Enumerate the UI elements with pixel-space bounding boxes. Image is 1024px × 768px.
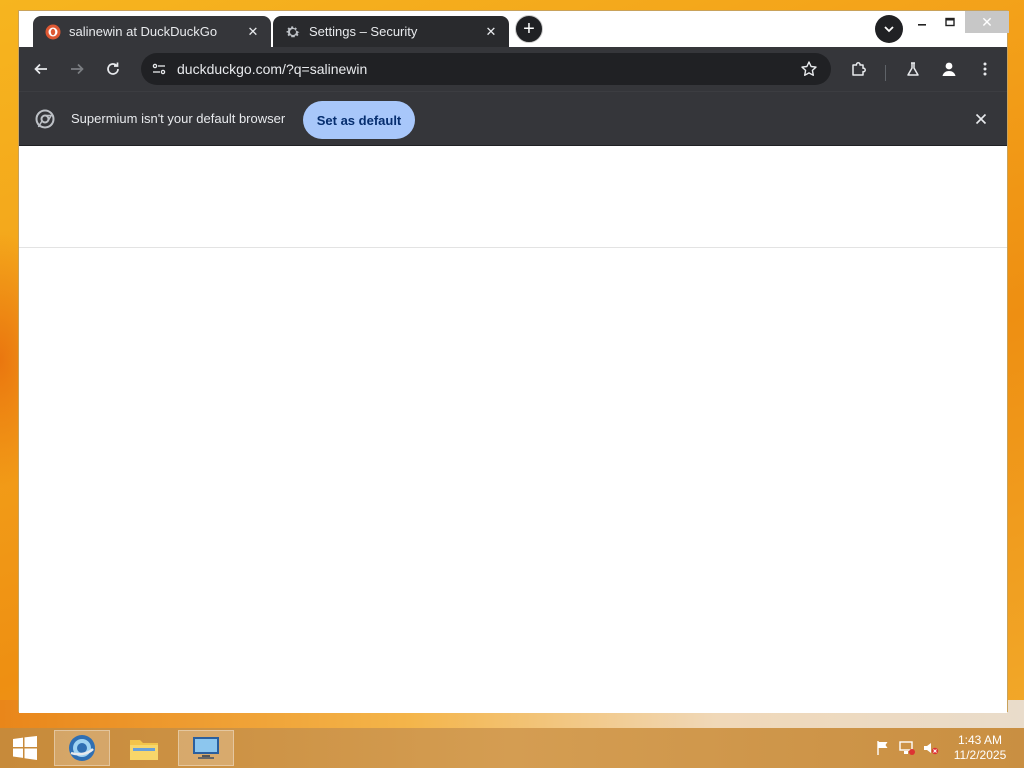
header-divider (19, 247, 1007, 248)
folder-icon (130, 740, 158, 760)
close-tab-icon[interactable]: ✕ (245, 24, 261, 40)
volume-muted-icon[interactable] (922, 740, 940, 756)
back-button[interactable] (27, 55, 55, 83)
clock-date: 11/2/2025 (953, 748, 1007, 762)
browser-toolbar (19, 47, 1007, 91)
chromium-icon (35, 109, 55, 129)
page-content (19, 146, 1007, 713)
url-input[interactable] (177, 61, 777, 77)
maximize-icon (945, 17, 955, 27)
browser-window: salinewin at DuckDuckGo ✕ Settings – Sec… (18, 10, 1009, 713)
flag-icon[interactable] (874, 740, 892, 756)
taskbar-browser[interactable] (54, 730, 110, 766)
labs-button[interactable] (899, 55, 927, 83)
close-tab-icon[interactable]: ✕ (483, 24, 499, 40)
site-info-icon[interactable] (145, 55, 173, 83)
taskbar: 1:43 AM 11/2/2025 (0, 728, 1024, 768)
set-as-default-button[interactable]: Set as default (303, 101, 415, 139)
gear-icon (285, 24, 301, 40)
title-bar: salinewin at DuckDuckGo ✕ Settings – Sec… (19, 11, 1009, 47)
start-button[interactable] (8, 734, 42, 762)
default-browser-infobar: Supermium isn't your default browser Set… (19, 91, 1007, 145)
monitor-icon (193, 737, 219, 759)
chevron-down-icon (884, 26, 894, 33)
tab-title: Settings – Security (309, 24, 418, 39)
flask-icon (907, 62, 919, 76)
tab-title: salinewin at DuckDuckGo (69, 24, 218, 39)
menu-button[interactable] (971, 55, 999, 83)
tab-duckduckgo[interactable]: salinewin at DuckDuckGo ✕ (33, 16, 271, 47)
profile-button[interactable] (935, 55, 963, 83)
minimize-button[interactable] (909, 11, 935, 33)
arrow-left-icon (34, 63, 47, 75)
toolbar-divider (885, 65, 886, 81)
system-clock[interactable]: 1:43 AM 11/2/2025 (948, 733, 1012, 763)
puzzle-icon (852, 62, 866, 76)
close-icon: ✕ (981, 13, 993, 30)
forward-button[interactable] (63, 55, 91, 83)
reload-button[interactable] (99, 55, 127, 83)
minimize-icon (918, 24, 926, 26)
tab-settings-security[interactable]: Settings – Security ✕ (273, 16, 509, 47)
clock-time: 1:43 AM (957, 733, 1003, 747)
windows-logo-icon (13, 736, 37, 760)
taskbar-remote-desktop[interactable] (178, 730, 234, 766)
more-vertical-icon (983, 62, 987, 76)
reload-icon (107, 62, 119, 75)
browser-app-icon (69, 735, 95, 761)
taskbar-file-explorer[interactable] (116, 730, 172, 766)
arrow-right-icon (71, 63, 84, 75)
tab-search-button[interactable] (875, 15, 903, 43)
plus-icon: + (523, 17, 535, 40)
new-tab-button[interactable]: + (515, 15, 543, 43)
bookmark-star-icon[interactable] (795, 55, 823, 83)
avatar-icon (942, 62, 956, 76)
address-bar[interactable] (141, 53, 831, 85)
duckduckgo-icon (45, 24, 61, 40)
maximize-button[interactable] (937, 11, 963, 33)
close-window-button[interactable]: ✕ (965, 11, 1009, 33)
extensions-button[interactable] (845, 55, 873, 83)
infobar-message: Supermium isn't your default browser (71, 111, 286, 126)
close-icon[interactable] (969, 107, 993, 131)
network-icon[interactable] (898, 740, 916, 756)
